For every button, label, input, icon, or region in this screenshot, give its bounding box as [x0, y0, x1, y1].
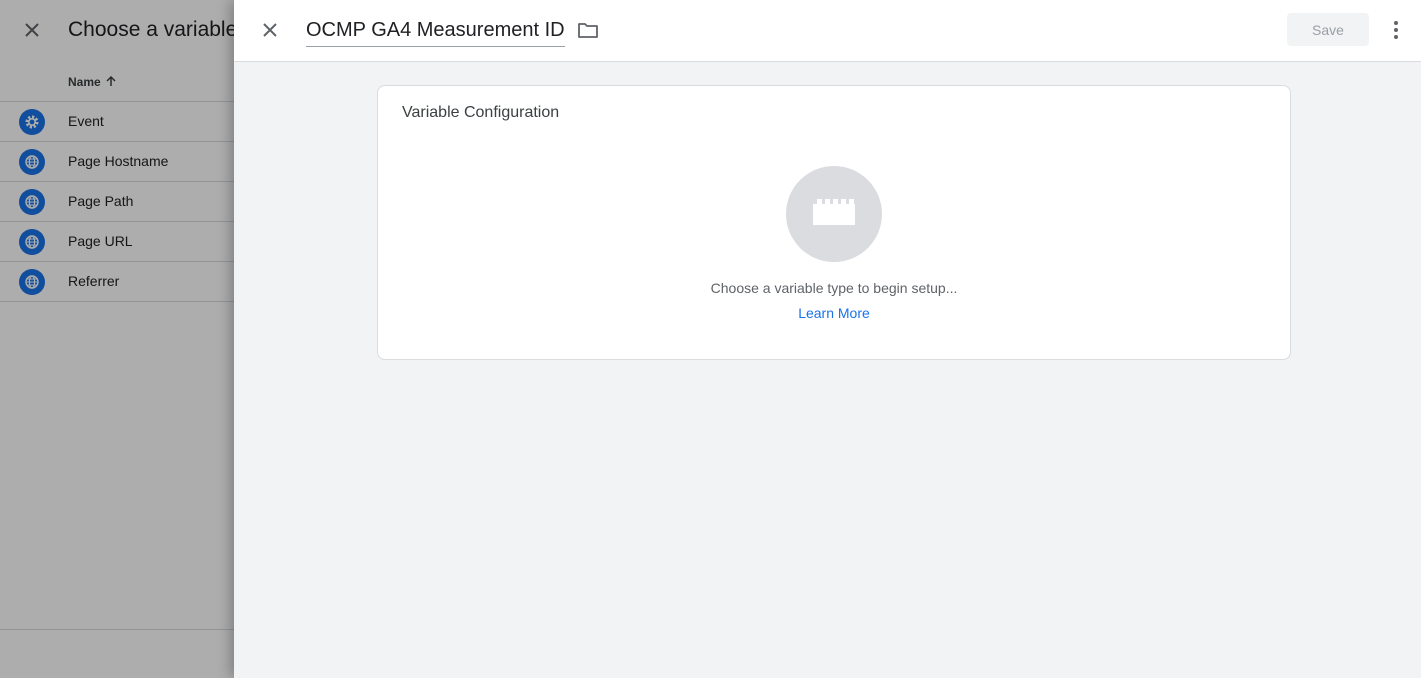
- variable-editor-sheet: OCMP GA4 Measurement ID Save Variable Co…: [234, 0, 1421, 678]
- save-button[interactable]: Save: [1287, 13, 1369, 46]
- learn-more-link[interactable]: Learn More: [378, 305, 1290, 321]
- card-title: Variable Configuration: [402, 104, 560, 121]
- editor-header: OCMP GA4 Measurement ID Save: [234, 0, 1421, 62]
- app-root: Choose a variable Name Event Page Hostna…: [0, 0, 1421, 678]
- choose-variable-type-button[interactable]: [786, 166, 882, 262]
- variable-configuration-card[interactable]: Variable Configuration Choose a variable…: [377, 85, 1291, 360]
- variable-name-field[interactable]: OCMP GA4 Measurement ID: [306, 15, 565, 47]
- folder-icon[interactable]: [576, 18, 600, 42]
- lego-brick-icon: [813, 198, 855, 230]
- close-icon[interactable]: [256, 16, 284, 44]
- more-vert-icon[interactable]: [1386, 16, 1406, 44]
- setup-hint: Choose a variable type to begin setup...: [710, 280, 958, 296]
